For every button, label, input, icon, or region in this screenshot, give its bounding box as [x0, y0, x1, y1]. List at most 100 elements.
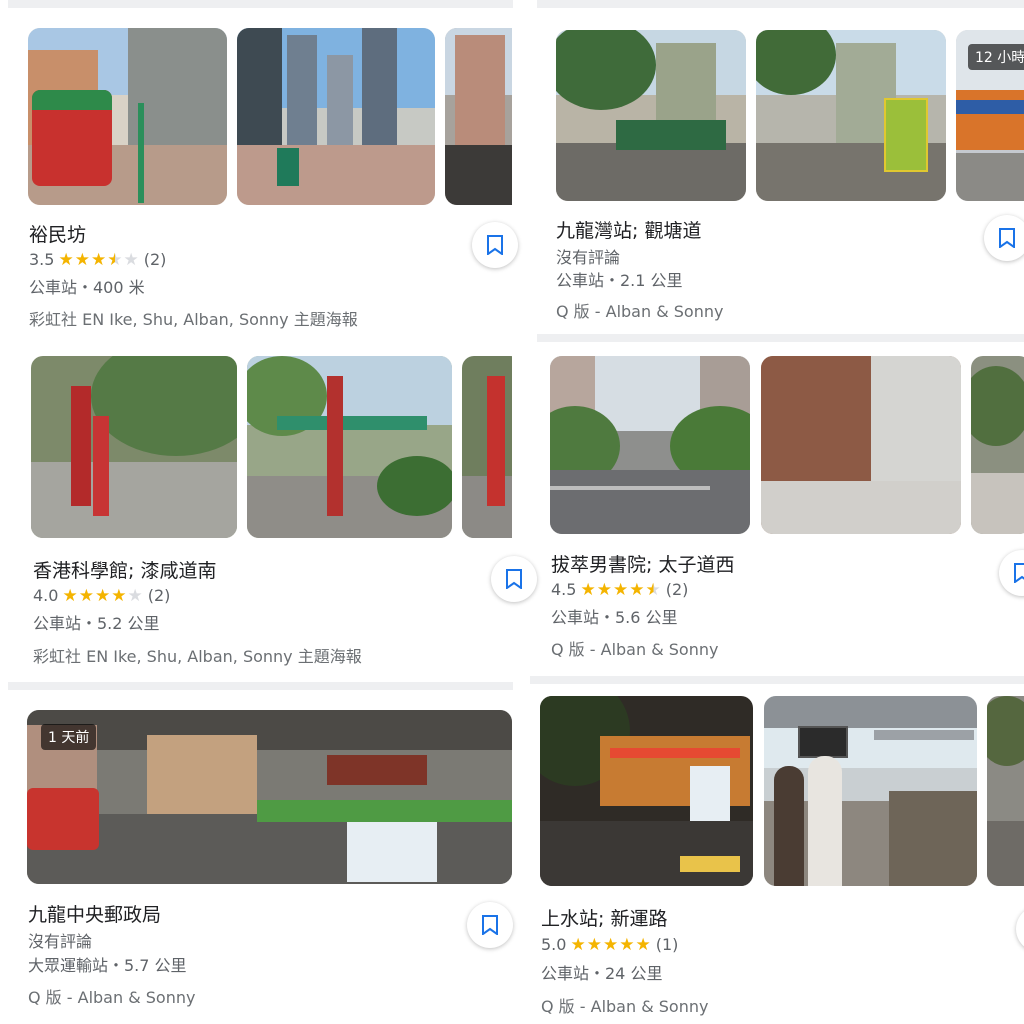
rating-value: 4.0	[33, 586, 59, 605]
place-photo[interactable]	[445, 28, 512, 205]
place-photo[interactable]	[540, 696, 753, 886]
star-icon: ★	[127, 586, 144, 606]
photo-carousel[interactable]: 1 天前	[27, 710, 512, 884]
place-card-hk-science-museum[interactable]: 香港科學館; 漆咸道南 4.0 ★★★★★ (2) 公車站・5.2 公里 彩虹社 E…	[0, 340, 537, 682]
star-icon: ★	[586, 935, 603, 955]
star-icon: ★	[107, 250, 124, 270]
star-icon: ★	[645, 580, 662, 600]
photo-age-badge: 12 小時	[968, 44, 1024, 70]
star-icon: ★	[602, 935, 620, 955]
place-meta: 公車站・400 米	[29, 278, 145, 297]
divider	[8, 682, 513, 690]
place-photo[interactable]	[28, 28, 227, 205]
place-list-note: Q 版 - Alban & Sonny	[541, 997, 709, 1016]
star-icon: ★	[74, 250, 91, 270]
star-icon: ★	[123, 250, 140, 270]
star-icon: ★	[94, 586, 112, 606]
rating-value: 4.5	[551, 580, 577, 599]
photo-carousel[interactable]	[550, 356, 1024, 534]
save-button[interactable]	[472, 222, 518, 268]
star-icon: ★	[619, 935, 636, 955]
place-list-note: Q 版 - Alban & Sonny	[556, 302, 724, 321]
save-button[interactable]	[984, 215, 1024, 261]
save-button[interactable]	[1016, 906, 1024, 952]
place-list-note: 彩虹社 EN Ike, Shu, Alban, Sonny 主題海報	[29, 310, 358, 329]
place-photo[interactable]	[764, 696, 977, 886]
rating-value: 5.0	[541, 935, 567, 954]
star-rating: ★★★★★	[62, 586, 143, 606]
rating-row: 5.0 ★★★★★ (1)	[541, 935, 678, 955]
bookmark-icon	[482, 915, 498, 935]
place-photo[interactable]	[971, 356, 1024, 534]
star-icon: ★	[580, 580, 597, 600]
rating-row: 4.0 ★★★★★ (2)	[33, 586, 170, 606]
review-count: (2)	[143, 250, 167, 269]
photo-carousel[interactable]	[28, 28, 512, 205]
place-photo[interactable]	[761, 356, 961, 534]
star-icon: ★	[629, 580, 646, 600]
place-photo[interactable]	[31, 356, 237, 538]
photo-age-badge: 1 天前	[41, 724, 97, 750]
no-reviews-label: 沒有評論	[556, 248, 621, 267]
place-title[interactable]: 九龍中央郵政局	[28, 900, 161, 927]
place-title[interactable]: 上水站; 新運路	[541, 904, 667, 931]
place-title[interactable]: 香港科學館; 漆咸道南	[33, 556, 216, 583]
place-photo[interactable]	[462, 356, 512, 538]
place-photo[interactable]: 12 小時	[956, 30, 1024, 201]
rating-row: 3.5 ★★★★★ (2)	[29, 250, 166, 270]
star-rating: ★★★★★	[58, 250, 139, 270]
star-icon: ★	[570, 935, 587, 955]
place-card-kowloon-bay-station[interactable]: 12 小時 九龍灣站; 觀塘道 沒有評論 公車站・2.1 公里 Q 版 - Al…	[537, 8, 1024, 334]
place-photo[interactable]	[756, 30, 946, 201]
place-card-sheung-shui-station[interactable]: 上水站; 新運路 5.0 ★★★★★ (1) 公車站・24 公里 Q 版 - Alb…	[530, 684, 1024, 1024]
star-icon: ★	[90, 250, 108, 270]
divider	[537, 0, 1024, 8]
place-card-kowloon-central-post-office[interactable]: 1 天前 九龍中央郵政局 沒有評論 大眾運輸站・5.7 公里 Q 版 - Alb…	[0, 690, 513, 1024]
place-photo[interactable]	[237, 28, 435, 205]
star-icon: ★	[58, 250, 75, 270]
place-photo[interactable]	[556, 30, 746, 201]
place-meta: 大眾運輸站・5.7 公里	[28, 956, 187, 975]
place-meta: 公車站・24 公里	[541, 964, 663, 983]
place-list-note: Q 版 - Alban & Sonny	[551, 640, 719, 659]
save-button[interactable]	[999, 550, 1024, 596]
bookmark-icon	[1014, 563, 1024, 583]
place-title[interactable]: 九龍灣站; 觀塘道	[556, 216, 701, 243]
place-photo[interactable]	[550, 356, 750, 534]
bookmark-icon	[506, 569, 522, 589]
rating-value: 3.5	[29, 250, 55, 269]
place-meta: 公車站・2.1 公里	[556, 271, 683, 290]
place-list-note: Q 版 - Alban & Sonny	[28, 988, 196, 1007]
bookmark-icon	[487, 235, 503, 255]
divider	[537, 334, 1024, 342]
review-count: (2)	[665, 580, 689, 599]
star-icon: ★	[78, 586, 95, 606]
place-list-note: 彩虹社 EN Ike, Shu, Alban, Sonny 主題海報	[33, 647, 362, 666]
place-photo[interactable]	[987, 696, 1024, 886]
star-icon: ★	[596, 580, 613, 600]
bookmark-icon	[999, 228, 1015, 248]
place-card-yu-man-square[interactable]: 裕民坊 3.5 ★★★★★ (2) 公車站・400 米 彩虹社 EN Ike, Sh…	[0, 0, 518, 340]
star-rating: ★★★★★	[580, 580, 661, 600]
star-icon: ★	[62, 586, 79, 606]
place-title[interactable]: 裕民坊	[29, 220, 86, 247]
place-meta: 公車站・5.6 公里	[551, 608, 678, 627]
place-title[interactable]: 拔萃男書院; 太子道西	[551, 550, 734, 577]
review-count: (1)	[655, 935, 679, 954]
star-rating: ★★★★★	[570, 935, 651, 955]
place-meta: 公車站・5.2 公里	[33, 614, 160, 633]
place-photo[interactable]: 1 天前	[27, 710, 512, 884]
no-reviews-label: 沒有評論	[28, 932, 93, 951]
star-icon: ★	[612, 580, 630, 600]
star-icon: ★	[111, 586, 128, 606]
place-card-dbs[interactable]: 拔萃男書院; 太子道西 4.5 ★★★★★ (2) 公車站・5.6 公里 Q 版 -…	[530, 342, 1024, 676]
star-icon: ★	[635, 935, 652, 955]
photo-carousel[interactable]	[31, 356, 512, 538]
place-photo[interactable]	[247, 356, 452, 538]
save-button[interactable]	[467, 902, 513, 948]
rating-row: 4.5 ★★★★★ (2)	[551, 580, 688, 600]
photo-carousel[interactable]: 12 小時	[556, 30, 1024, 201]
review-count: (2)	[147, 586, 171, 605]
photo-carousel[interactable]	[540, 696, 1024, 886]
divider	[530, 676, 1024, 684]
